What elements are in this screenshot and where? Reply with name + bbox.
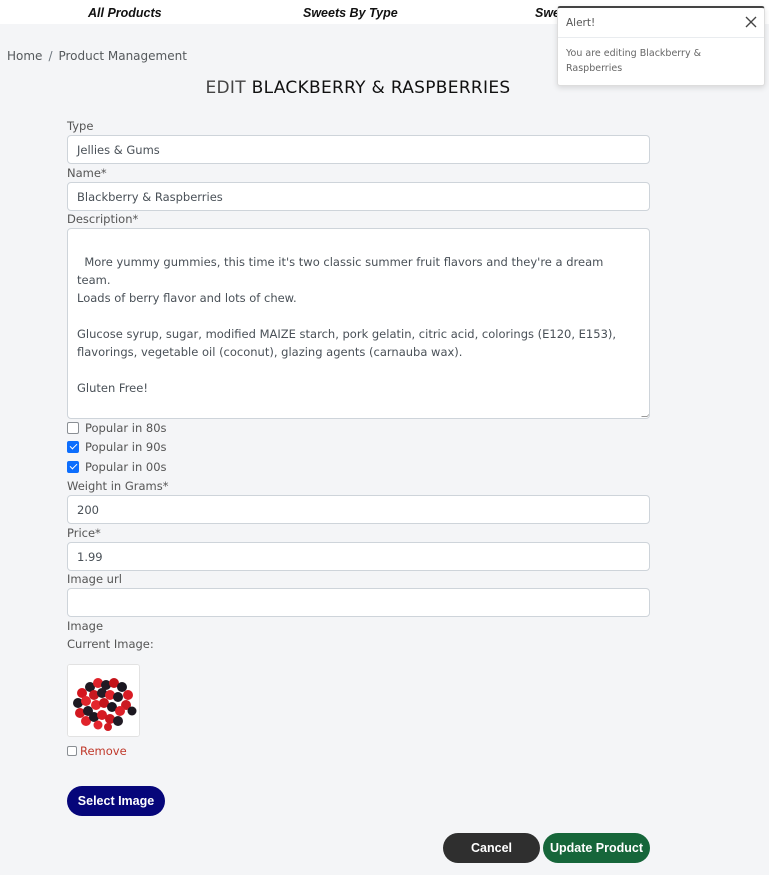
remove-image-box[interactable] xyxy=(67,746,77,756)
description-textarea[interactable]: More yummy gummies, this time it's two c… xyxy=(67,228,650,419)
name-label: Name* xyxy=(67,166,107,180)
image-label: Image xyxy=(67,619,104,633)
type-select-value: Jellies & Gums xyxy=(77,142,160,157)
image-url-label: Image url xyxy=(67,572,122,586)
description-label: Description* xyxy=(67,212,139,226)
checkbox-80s-label: Popular in 80s xyxy=(85,421,167,435)
checkbox-00s-label: Popular in 00s xyxy=(85,460,167,474)
toast-header: Alert! xyxy=(558,8,764,38)
page-title-prefix: EDIT xyxy=(205,78,246,98)
remove-image-label: Remove xyxy=(80,744,127,758)
product-thumbnail xyxy=(67,664,140,737)
breadcrumb: Home / Product Management xyxy=(7,49,187,63)
close-icon[interactable] xyxy=(744,15,758,29)
resize-grip-icon[interactable] xyxy=(641,411,649,417)
checkbox-90s-box[interactable] xyxy=(67,441,79,453)
image-url-input[interactable] xyxy=(67,588,650,617)
price-input[interactable]: 1.99 xyxy=(67,542,650,571)
checkbox-popular-80s[interactable]: Popular in 80s xyxy=(67,421,167,435)
gummies-image xyxy=(68,665,139,736)
cancel-button[interactable]: Cancel xyxy=(443,833,540,863)
breadcrumb-current: Product Management xyxy=(58,49,187,63)
breadcrumb-home[interactable]: Home xyxy=(7,49,42,63)
name-input-value: Blackberry & Raspberries xyxy=(77,189,223,204)
weight-label: Weight in Grams* xyxy=(67,479,169,493)
remove-image-checkbox[interactable]: Remove xyxy=(67,744,127,758)
checkbox-popular-00s[interactable]: Popular in 00s xyxy=(67,460,167,474)
type-label: Type xyxy=(67,119,94,133)
description-text: More yummy gummies, this time it's two c… xyxy=(77,255,617,395)
breadcrumb-separator: / xyxy=(48,49,53,63)
checkbox-90s-label: Popular in 90s xyxy=(85,440,167,454)
name-input[interactable]: Blackberry & Raspberries xyxy=(67,182,650,211)
weight-input-value: 200 xyxy=(77,502,99,517)
alert-toast: Alert! You are editing Blackberry & Rasp… xyxy=(557,6,765,86)
weight-input[interactable]: 200 xyxy=(67,495,650,524)
toast-title: Alert! xyxy=(566,16,596,29)
current-image-label: Current Image: xyxy=(67,637,154,651)
toast-message: You are editing Blackberry & Raspberries xyxy=(566,48,701,74)
page-title-product-name: BLACKBERRY & RASPBERRIES xyxy=(251,78,511,98)
select-image-button[interactable]: Select Image xyxy=(67,786,165,816)
type-select[interactable]: Jellies & Gums xyxy=(67,135,650,164)
price-label: Price* xyxy=(67,526,101,540)
checkbox-popular-90s[interactable]: Popular in 90s xyxy=(67,440,167,454)
nav-all-products[interactable]: All Products xyxy=(88,6,162,20)
checkbox-00s-box[interactable] xyxy=(67,461,79,473)
price-input-value: 1.99 xyxy=(77,549,103,564)
nav-sweets-by-type[interactable]: Sweets By Type xyxy=(303,6,398,20)
checkbox-80s-box[interactable] xyxy=(67,422,79,434)
update-product-button[interactable]: Update Product xyxy=(543,833,650,863)
